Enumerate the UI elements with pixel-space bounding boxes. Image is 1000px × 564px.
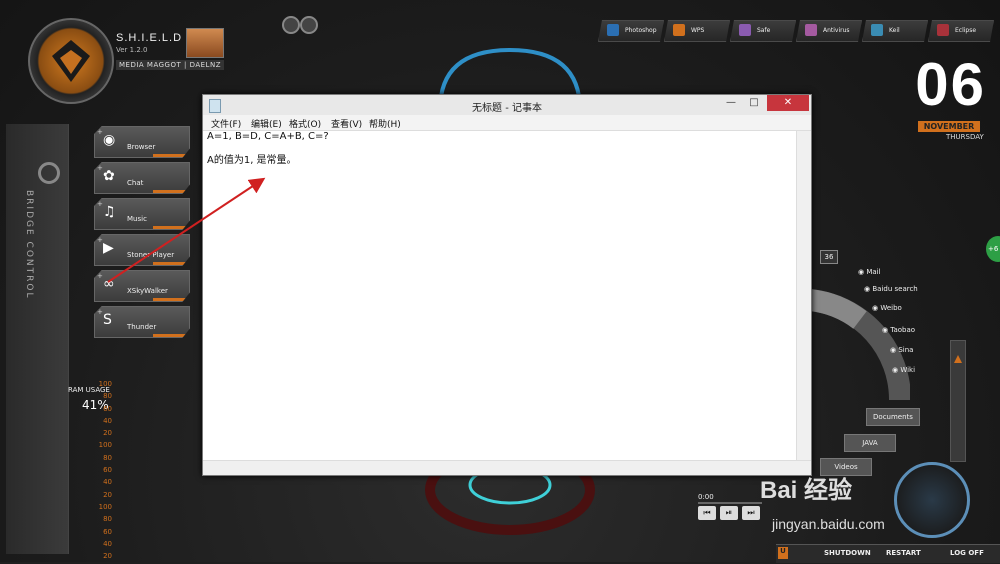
player-time: 0:00 [698,493,714,501]
arc-item-wiki[interactable]: ◉ Wiki [892,366,915,374]
maximize-button[interactable]: □ [743,95,765,111]
prev-button[interactable]: ⏮ [698,506,716,520]
logoff-button[interactable]: LOG OFF [950,549,984,557]
menu-format[interactable]: 格式(O) [289,117,321,130]
arc-item-sina[interactable]: ◉ Sina [890,346,913,354]
horizontal-scrollbar[interactable] [203,460,811,475]
ring-icon [38,162,60,184]
right-level-bar [950,340,966,462]
sidebar-item-music[interactable]: + ♫ Music [94,198,190,230]
os-version: Ver 1.2.0 [116,46,148,54]
date-month: NOVEMBER [918,121,980,132]
date-day: 06 [915,51,986,118]
up-arrow-icon [954,355,962,363]
restart-button[interactable]: RESTART [886,549,921,557]
ram-scale: 100 80 60 40 20 100 80 60 40 20 100 80 60 40 20 [98,380,112,561]
chat-icon: ✿ [103,168,115,184]
baidu-watermark: Bai 经验 [760,477,853,504]
documents-button[interactable]: Documents [866,408,920,426]
arc-gauge-decoration [808,289,910,401]
minimize-button[interactable]: — [721,95,741,111]
arc-item-mail[interactable]: ◉ Mail [858,268,881,276]
wps-icon [673,24,685,36]
vertical-scrollbar[interactable] [796,131,811,461]
sidebar-item-chat[interactable]: + ✿ Chat [94,162,190,194]
app-photoshop[interactable]: Photoshop [598,20,664,42]
music-icon: ♫ [103,204,116,220]
notepad-menubar: 文件(F) 编辑(E) 格式(O) 查看(V) 帮助(H) [203,115,811,131]
date-weekday: THURSDAY [946,133,984,141]
bridge-control-label: BRIDGE CONTROL [24,190,34,300]
power-logo-icon: U [778,547,788,559]
menu-edit[interactable]: 编辑(E) [251,117,282,130]
notepad-text-area[interactable]: A=1, B=D, C=A+B, C=? A的值为1, 是常量。 [207,131,795,461]
text-line-2 [207,143,795,155]
settings-dot-icon[interactable] [282,16,300,34]
sidebar-item-browser[interactable]: + ◉ Browser [94,126,190,158]
menu-view[interactable]: 查看(V) [331,117,362,130]
app-safe[interactable]: Safe [730,20,796,42]
arc-count-badge: 36 [820,250,838,264]
next-button[interactable]: ⏭ [742,506,760,520]
sidebar-item-thunder[interactable]: + S Thunder [94,306,190,338]
app-wps[interactable]: WPS [664,20,730,42]
safe-icon [739,24,751,36]
play-pause-button[interactable]: ⏯ [720,506,738,520]
close-button[interactable]: ✕ [767,95,809,111]
antivirus-icon [805,24,817,36]
os-credits: MEDIA MAGGOT | DAELNZ [116,60,224,70]
arc-item-baidu-search[interactable]: ◉ Baidu search [864,285,918,293]
app-eclipse[interactable]: Eclipse [928,20,994,42]
infinity-icon: ∞ [103,276,115,292]
player-seek-bar[interactable] [698,502,762,504]
browser-icon: ◉ [103,132,116,148]
photoshop-icon [607,24,619,36]
shield-logo [28,18,114,104]
sidebar-item-xskywalker[interactable]: + ∞ XSkyWalker [94,270,190,302]
sidebar-item-stoner-player[interactable]: + ▶ Stoner Player [94,234,190,266]
player-icon: ▶ [103,240,114,256]
gauge-dial [894,462,970,538]
arc-item-taobao[interactable]: ◉ Taobao [882,326,915,334]
keil-icon [871,24,883,36]
eclipse-icon [937,24,949,36]
notepad-window: 无标题 - 记事本 — □ ✕ 文件(F) 编辑(E) 格式(O) 查看(V) … [202,94,812,476]
target-dot-icon[interactable] [300,16,318,34]
notepad-titlebar[interactable]: 无标题 - 记事本 — □ ✕ [203,95,811,115]
java-button[interactable]: JAVA [844,434,896,452]
apple-button[interactable] [186,28,224,58]
eagle-icon [52,40,90,82]
menu-help[interactable]: 帮助(H) [369,117,401,130]
text-line-3: A的值为1, 是常量。 [207,155,297,166]
app-antivirus[interactable]: Antivirus [796,20,862,42]
shutdown-button[interactable]: SHUTDOWN [824,549,871,557]
text-line-1: A=1, B=D, C=A+B, C=? [207,131,329,142]
left-panel [6,124,69,554]
baidu-watermark-url: jingyan.baidu.com [772,516,885,532]
app-keil[interactable]: Keil [862,20,928,42]
power-bar: U SHUTDOWN RESTART LOG OFF [776,544,1000,563]
skype-icon: S [103,312,112,328]
menu-file[interactable]: 文件(F) [211,117,241,130]
notepad-title: 无标题 - 记事本 [472,103,542,114]
arc-item-weibo[interactable]: ◉ Weibo [872,304,902,312]
